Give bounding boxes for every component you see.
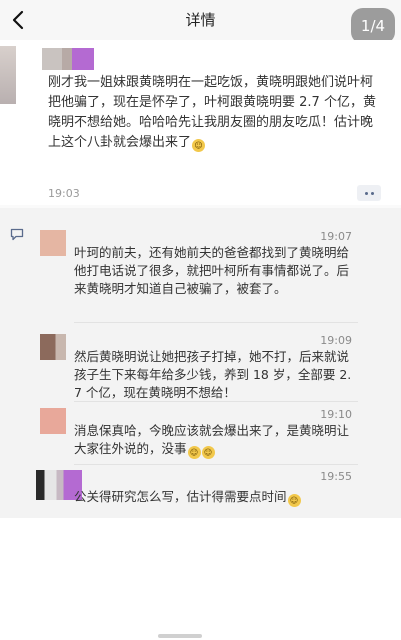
grin-sweat-emoji-icon: ☺ [287, 494, 301, 507]
comment-icon [10, 228, 24, 241]
grin-sweat-emoji-icon: ☺ [192, 139, 206, 152]
divider [74, 401, 358, 402]
comment-time: 19:55 [320, 470, 352, 483]
grin-sweat-emoji-icon: ☺ [187, 446, 201, 459]
comment-time: 19:10 [320, 408, 352, 421]
comment-item: 19:55 公关得研究怎么写，估计得需要点时间 ☺ [36, 470, 360, 514]
divider [74, 464, 358, 465]
author-name-mosaic [42, 48, 62, 70]
more-button[interactable] [357, 185, 381, 201]
comment-item: 19:10 消息保真哈，今晚应该就会爆出来了，是黄晓明让大家往外说的，没事 ☺ ☺ [40, 408, 360, 460]
comment-text: 公关得研究怎么写，估计得需要点时间 ☺ [74, 488, 356, 507]
comment-time: 19:09 [320, 334, 352, 347]
post-text: 刚才我一姐妹跟黄晓明在一起吃饭，黄晓明跟她们说叶柯把他骗了，现在是怀孕了，叶柯跟… [48, 75, 376, 152]
comment-text: 叶珂的前夫，还有她前夫的爸爸都找到了黄晓明给他打电话说了很多，就把叶柯所有事情都… [74, 245, 350, 296]
comment-time: 19:07 [320, 230, 352, 243]
commenter-avatar [40, 230, 66, 256]
screenshot-image: 刚才我一姐妹跟黄晓明在一起吃饭，黄晓明跟她们说叶柯把他骗了，现在是怀孕了，叶柯跟… [0, 40, 401, 518]
moments-post: 刚才我一姐妹跟黄晓明在一起吃饭，黄晓明跟她们说叶柯把他骗了，现在是怀孕了，叶柯跟… [0, 40, 401, 205]
top-bar: 详情 1/4 [0, 0, 401, 44]
grin-sweat-emoji-icon: ☺ [201, 446, 215, 459]
bottom-area [0, 518, 401, 640]
comment-item: 19:07 叶珂的前夫，还有她前夫的爸爸都找到了黄晓明给他打电话说了很多，就把叶… [40, 230, 360, 316]
home-indicator [158, 634, 202, 638]
post-time: 19:03 [48, 187, 80, 200]
page-indicator[interactable]: 1/4 [351, 8, 395, 44]
page-title: 详情 [185, 11, 216, 29]
comments-section: 19:07 叶珂的前夫，还有她前夫的爸爸都找到了黄晓明给他打电话说了很多，就把叶… [0, 208, 401, 518]
comment-item: 19:09 然后黄晓明说让她把孩子打掉，她不打，后来就说孩子生下来每年给多少钱，… [40, 334, 360, 402]
comment-text: 消息保真哈，今晚应该就会爆出来了，是黄晓明让大家往外说的，没事 ☺ ☺ [74, 423, 350, 459]
author-avatar [0, 46, 16, 104]
commenter-avatar [40, 334, 66, 360]
divider [74, 322, 358, 323]
commenter-avatar [40, 408, 66, 434]
more-dots-icon [364, 191, 368, 195]
comment-text: 然后黄晓明说让她把孩子打掉，她不打，后来就说孩子生下来每年给多少钱，养到 18 … [74, 349, 352, 400]
